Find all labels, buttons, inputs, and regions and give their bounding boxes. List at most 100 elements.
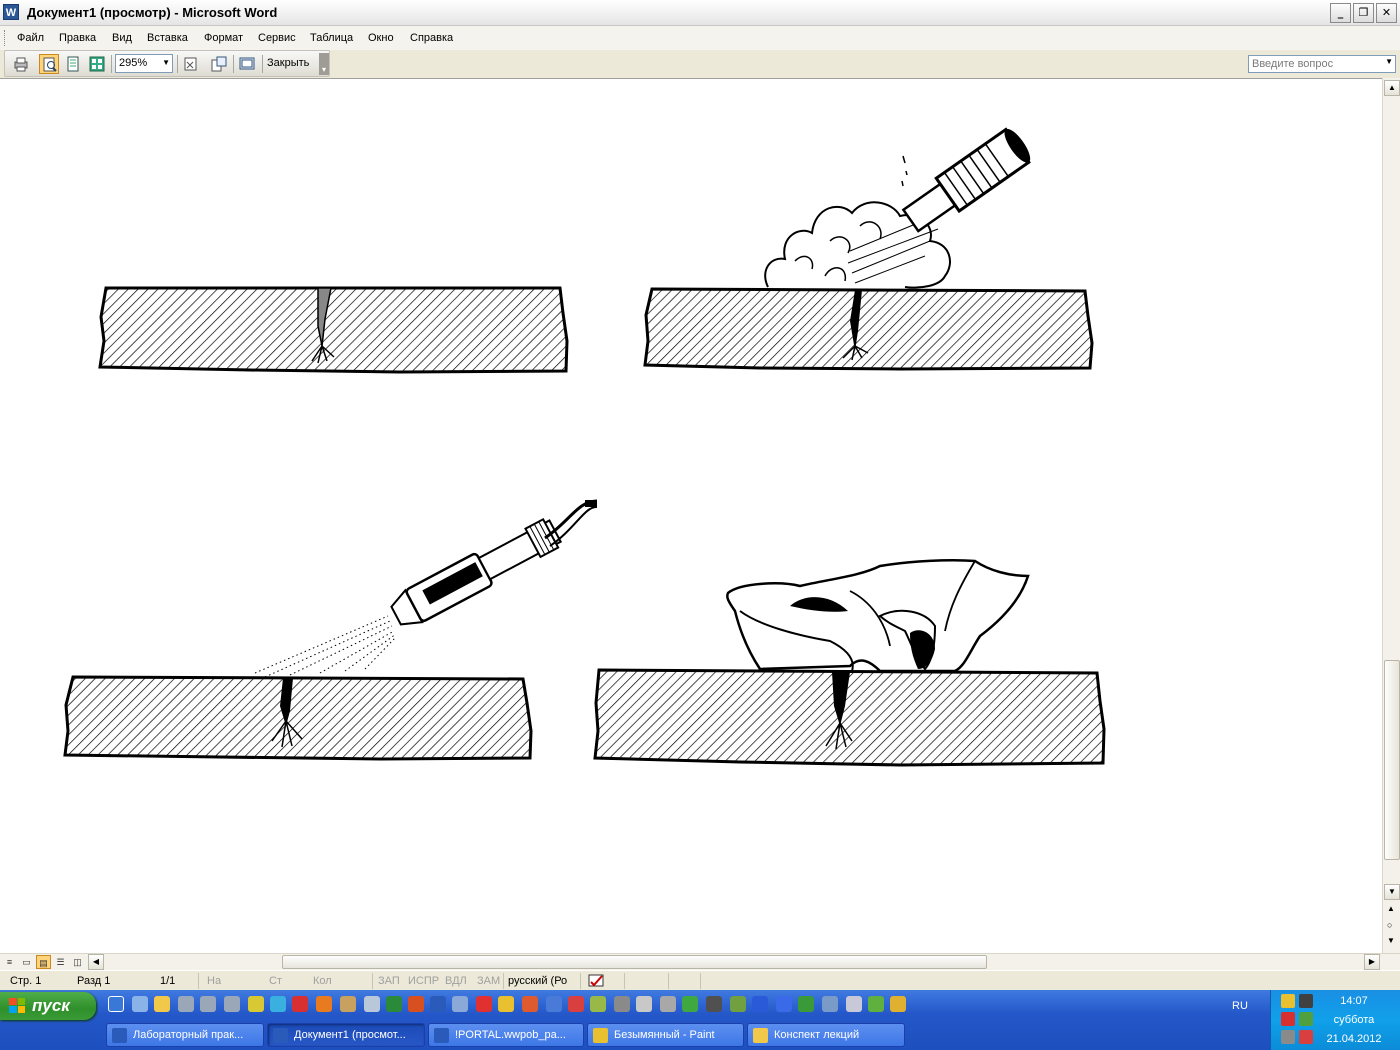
menu-insert[interactable]: Вставка [147,32,188,44]
status-record-macro[interactable]: ЗАП [378,975,400,987]
app-icon[interactable] [590,996,606,1012]
status-overtype[interactable]: ЗАМ [477,975,500,987]
user-icon[interactable] [132,996,148,1012]
opera-icon[interactable] [292,996,308,1012]
adobe-icon[interactable] [1281,1012,1295,1026]
app-icon[interactable] [868,996,884,1012]
select-browse-object-button[interactable]: ○ [1387,920,1392,930]
scroll-down-button[interactable]: ▼ [1384,884,1400,900]
menu-file[interactable]: Файл [17,32,44,44]
reading-view-button[interactable]: ◫ [70,955,85,969]
app-icon[interactable] [568,996,584,1012]
toolbar-separator [177,55,178,73]
word-icon[interactable] [430,996,446,1012]
folder-icon[interactable] [154,996,170,1012]
previous-page-button[interactable]: ▲ [1387,904,1395,913]
word-icon [273,1028,288,1043]
document-page[interactable] [0,78,1382,953]
maximize-button[interactable]: ❐ [1353,3,1374,23]
full-screen-button[interactable] [237,54,257,74]
print-button[interactable] [11,54,31,74]
vertical-scrollbar[interactable]: ▲ ▼ ▲ ○ ▼ [1382,78,1400,953]
powerpoint-icon[interactable] [408,996,424,1012]
menu-view[interactable]: Вид [112,32,132,44]
drive-icon[interactable] [224,996,240,1012]
word-app-icon[interactable]: W [3,4,19,20]
menu-tools[interactable]: Сервис [258,32,296,44]
app-icon[interactable] [776,996,792,1012]
app-icon[interactable] [452,996,468,1012]
task-button[interactable]: Конспект лекций [747,1023,905,1047]
network-icon[interactable] [270,996,286,1012]
multiple-pages-button[interactable] [87,54,107,74]
ie-icon[interactable] [108,996,124,1012]
paint-icon[interactable] [498,996,514,1012]
close-preview-button[interactable]: Закрыть [267,57,309,69]
app-icon[interactable] [522,996,538,1012]
app-icon[interactable] [822,996,838,1012]
app-icon[interactable] [660,996,676,1012]
print-layout-view-button[interactable]: ▤ [36,955,51,969]
close-window-button[interactable]: ✕ [1376,3,1397,23]
next-page-button[interactable]: ▼ [1387,936,1395,945]
app-icon[interactable] [682,996,698,1012]
clock-time[interactable]: 14:07 [1309,995,1399,1007]
outline-view-button[interactable]: ☰ [53,955,68,969]
chrome-icon[interactable] [890,996,906,1012]
document-icon[interactable] [364,996,380,1012]
magnifier-button[interactable] [39,54,59,74]
menu-window[interactable]: Окно [368,32,394,44]
spelling-check-icon[interactable] [588,974,606,988]
app-icon[interactable] [546,996,562,1012]
app-icon[interactable] [798,996,814,1012]
drive-icon[interactable] [178,996,194,1012]
tray-icon[interactable] [1281,994,1295,1008]
start-button[interactable]: пуск [0,992,96,1020]
database-icon[interactable] [752,996,768,1012]
zoom-select[interactable]: 295% ▼ [115,54,173,73]
scroll-right-button[interactable]: ▶ [1364,954,1380,970]
drive-icon[interactable] [200,996,216,1012]
toolbar-options-chevron[interactable]: ▾ [319,53,329,75]
app-icon[interactable] [846,996,862,1012]
menu-format[interactable]: Формат [204,32,243,44]
normal-view-button[interactable]: ≡ [2,955,17,969]
horizontal-scrollbar[interactable]: ≡ ▭ ▤ ☰ ◫ ◀ ▶ [0,953,1400,970]
scroll-up-button[interactable]: ▲ [1384,80,1400,96]
shrink-to-fit-button[interactable] [209,54,229,74]
language-indicator[interactable]: RU [1232,1000,1248,1012]
status-extend-selection[interactable]: ВДЛ [445,975,467,987]
tool-icon[interactable] [340,996,356,1012]
menu-edit[interactable]: Правка [59,32,96,44]
view-ruler-button[interactable] [181,54,201,74]
menu-help[interactable]: Справка [410,32,453,44]
vertical-scroll-thumb[interactable] [1384,660,1400,860]
word-icon [112,1028,127,1043]
task-button[interactable]: Безымянный - Paint [587,1023,744,1047]
app-icon[interactable] [614,996,630,1012]
tool-icon[interactable] [636,996,652,1012]
shrink-to-fit-icon [211,56,227,72]
calculator-icon[interactable] [706,996,722,1012]
ask-question-input[interactable]: Введите вопрос ▼ [1248,55,1396,73]
one-page-button[interactable] [63,54,83,74]
app-icon[interactable] [476,996,492,1012]
task-button[interactable]: Лабораторный прак... [106,1023,264,1047]
web-layout-view-button[interactable]: ▭ [19,955,34,969]
app-icon[interactable] [730,996,746,1012]
menu-table[interactable]: Таблица [310,32,353,44]
minimize-button[interactable]: _ [1330,3,1351,23]
firefox-icon[interactable] [316,996,332,1012]
task-button[interactable]: Документ1 (просмот... [267,1023,425,1047]
excel-icon[interactable] [386,996,402,1012]
chevron-down-icon[interactable]: ▼ [1385,57,1393,66]
scroll-left-button[interactable]: ◀ [88,954,104,970]
status-separator [580,973,581,989]
status-track-changes[interactable]: ИСПР [408,975,439,987]
app-icon[interactable] [248,996,264,1012]
horizontal-scroll-thumb[interactable] [282,955,987,969]
task-button[interactable]: !PORTAL.wwpob_pa... [428,1023,584,1047]
chevron-down-icon[interactable]: ▼ [162,58,170,67]
tray-icon[interactable] [1281,1030,1295,1044]
menu-grip[interactable] [4,30,7,46]
